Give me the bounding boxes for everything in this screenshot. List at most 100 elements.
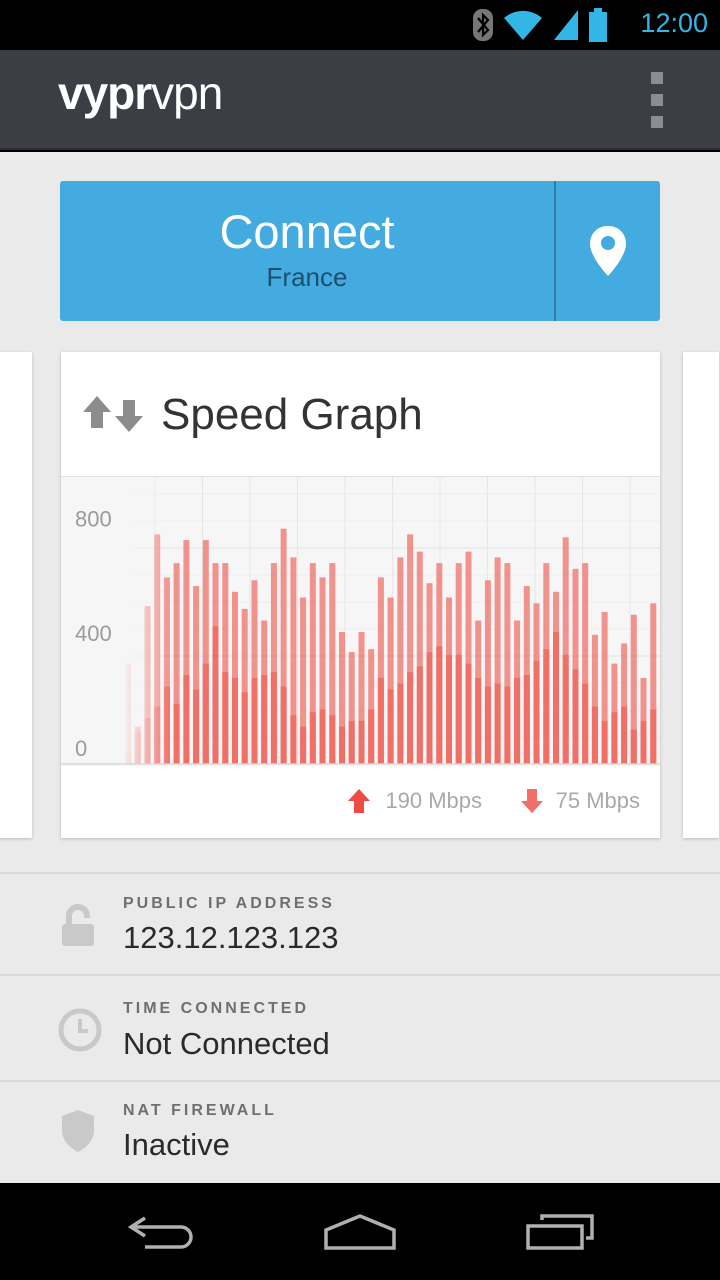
- chart-bar-download: [650, 709, 657, 764]
- chart-bar-download: [436, 646, 443, 764]
- chart-bar-download: [397, 683, 404, 764]
- chart-bar-download: [329, 715, 336, 764]
- chart-bar-download: [261, 675, 268, 764]
- speed-legend: 190 Mbps 75 Mbps: [61, 766, 660, 838]
- time-value: Not Connected: [123, 1026, 330, 1061]
- info-row-firewall: NAT FIREWALL Inactive: [0, 1080, 720, 1183]
- battery-icon: [589, 8, 607, 42]
- info-row-time: TIME CONNECTED Not Connected: [0, 974, 720, 1080]
- connect-country: France: [266, 262, 348, 292]
- logo-bold-text: vypr: [58, 67, 152, 119]
- chart-bar-download: [562, 654, 569, 764]
- nav-bar: [0, 1183, 720, 1280]
- chart-bar-download: [494, 683, 501, 764]
- chart-bar-download: [290, 715, 297, 764]
- chart-bar-download: [309, 712, 316, 764]
- y-tick-label: 400: [75, 621, 112, 646]
- chart-bar-download: [426, 652, 433, 764]
- chart-bar-download: [523, 675, 530, 764]
- chart-bar-download: [280, 686, 287, 764]
- info-row-ip: PUBLIC IP ADDRESS 123.12.123.123: [0, 872, 720, 974]
- chart-bar-download: [202, 663, 209, 764]
- chart-bar-download: [484, 686, 491, 764]
- back-icon: [127, 1216, 193, 1249]
- chart-bar-download: [300, 726, 307, 764]
- chart-bar-download: [270, 672, 277, 764]
- chart-bar-download: [611, 712, 618, 764]
- next-card-edge[interactable]: [683, 352, 719, 838]
- card-title: Speed Graph: [161, 390, 423, 439]
- chart-bar-download: [582, 683, 589, 764]
- connect-button-group: Connect France: [60, 181, 660, 321]
- back-button[interactable]: [110, 1207, 210, 1257]
- card-header: Speed Graph: [61, 352, 660, 476]
- previous-card-edge[interactable]: [0, 352, 32, 838]
- chart-bar-download: [465, 663, 472, 764]
- y-tick-label: 800: [75, 506, 112, 531]
- lock-icon: [62, 904, 94, 946]
- chart-bar-download: [368, 709, 375, 764]
- speed-chart-svg: 800 400 0: [61, 477, 660, 765]
- app-bar: vyprvpn: [0, 50, 720, 150]
- chart-bar-download: [358, 720, 365, 764]
- ip-value: 123.12.123.123: [123, 920, 339, 955]
- chart-bar-download: [173, 703, 180, 764]
- recent-apps-icon: [526, 1214, 594, 1250]
- logo-light-text: vpn: [151, 67, 223, 119]
- time-label: TIME CONNECTED: [123, 1000, 309, 1017]
- home-button[interactable]: [310, 1207, 410, 1257]
- chart-bar-download: [183, 675, 190, 764]
- app-logo: vyprvpn: [58, 66, 223, 120]
- location-button[interactable]: [556, 181, 660, 321]
- chart-bar-download: [475, 677, 482, 764]
- speed-chart: 800 400 0: [61, 476, 660, 766]
- overflow-menu-icon[interactable]: [640, 72, 674, 128]
- chart-bar-download: [504, 686, 511, 764]
- firewall-label: NAT FIREWALL: [123, 1102, 277, 1119]
- upload-arrow-icon: [348, 789, 371, 813]
- chart-bar-download: [446, 654, 452, 764]
- y-tick-label: 0: [75, 736, 87, 761]
- chart-bar-download: [601, 720, 608, 764]
- shield-icon: [62, 1110, 94, 1152]
- download-arrow-icon: [520, 789, 543, 813]
- chart-bar-download: [377, 677, 384, 764]
- chart-bar-download: [416, 666, 423, 764]
- firewall-value: Inactive: [123, 1127, 230, 1162]
- chart-bar-download: [640, 720, 647, 764]
- signal-icon: [554, 10, 578, 40]
- chart-bar-download: [553, 632, 559, 764]
- chart-bar-download: [455, 654, 462, 764]
- up-down-arrows-icon: [83, 396, 143, 432]
- download-speed: 75 Mbps: [520, 788, 640, 814]
- bluetooth-icon: [473, 9, 493, 41]
- connect-button[interactable]: Connect France: [60, 181, 554, 321]
- chart-bar-download: [543, 649, 550, 764]
- chart-bar-download: [533, 660, 540, 764]
- status-bar: 12:00: [0, 0, 720, 50]
- map-pin-icon: [590, 226, 626, 276]
- chart-bar-download: [407, 672, 414, 764]
- chart-bar-download: [251, 677, 258, 764]
- chart-bar-download: [222, 672, 229, 764]
- download-speed-value: 75 Mbps: [555, 788, 640, 813]
- chart-bar-download: [514, 677, 521, 764]
- chart-bar-download: [319, 709, 326, 764]
- chart-bar-download: [339, 726, 345, 764]
- chart-bar-download: [348, 720, 355, 764]
- upload-speed: 190 Mbps: [347, 788, 482, 814]
- main-content: Connect France Speed Graph 800 400 0 190…: [0, 152, 720, 1183]
- chart-bar-download: [387, 689, 394, 764]
- upload-speed-value: 190 Mbps: [385, 788, 482, 813]
- recent-apps-button[interactable]: [510, 1207, 610, 1257]
- chart-bar-download: [241, 692, 248, 765]
- chart-bar-download: [212, 626, 219, 764]
- chart-bar-download: [193, 689, 200, 764]
- chart-bar-download: [621, 706, 628, 764]
- speed-graph-card: Speed Graph 800 400 0 190 Mbps 75 Mbps: [61, 352, 660, 838]
- wifi-icon: [504, 10, 542, 40]
- home-icon: [324, 1214, 396, 1250]
- chart-bar-download: [572, 669, 579, 764]
- chart-bar-download: [630, 729, 637, 764]
- connect-label: Connect: [219, 205, 395, 258]
